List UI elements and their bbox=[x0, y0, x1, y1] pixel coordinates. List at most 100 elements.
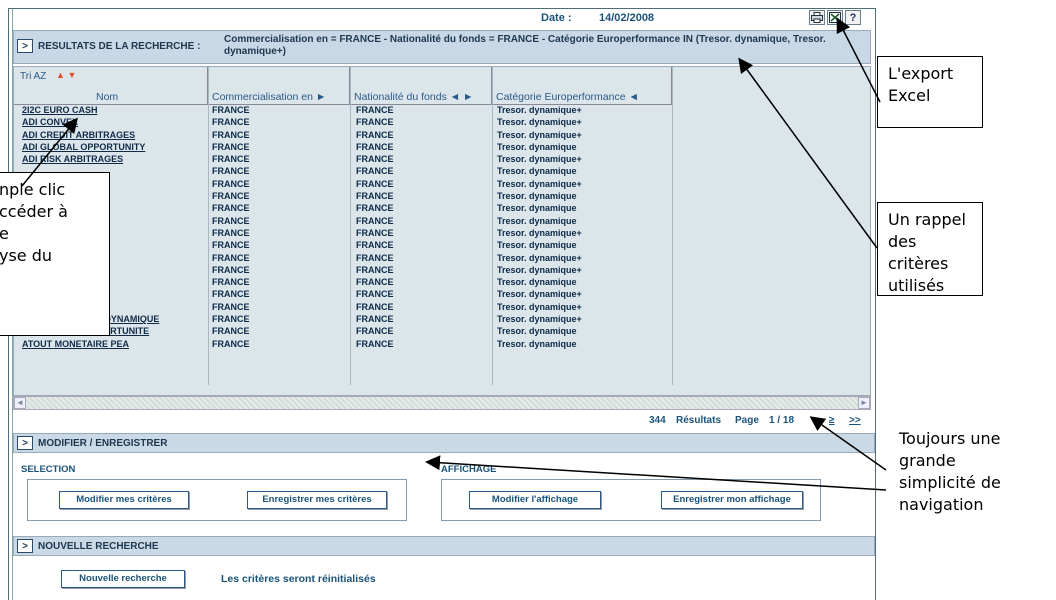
excel-icon[interactable] bbox=[827, 10, 843, 25]
table-row: T TERMEFRANCEFRANCETresor. dynamique bbox=[14, 277, 870, 289]
column-header-commercialisation[interactable]: Commercialisation en ► bbox=[208, 67, 350, 105]
help-icon[interactable]: ? bbox=[845, 10, 861, 25]
next-page-link[interactable]: ≥ bbox=[829, 415, 835, 426]
table-row: FRANCE FRANCE Tresor. dynamique+ bbox=[14, 179, 870, 191]
callout-line: ccéder à bbox=[0, 202, 68, 221]
table-row: ADI RISK ARBITRAGES FRANCE FRANCE Tresor. d… bbox=[14, 154, 870, 166]
save-display-button[interactable]: Enregistrer mon affichage bbox=[661, 491, 803, 509]
modify-display-button[interactable]: Modifier l'affichage bbox=[469, 491, 601, 509]
commercialisation-cell: FRANCE bbox=[212, 289, 250, 300]
nationalite-cell: FRANCE bbox=[356, 141, 394, 152]
commercialisation-cell: FRANCE bbox=[212, 252, 250, 263]
modify-toggle[interactable]: > bbox=[17, 436, 33, 450]
fund-name-link[interactable]: ADI GLOBAL OPPORTUNITY bbox=[22, 142, 145, 152]
print-icon[interactable] bbox=[809, 10, 825, 25]
callout-line: L'export bbox=[888, 64, 954, 83]
nationalite-cell: FRANCE bbox=[356, 264, 394, 275]
modify-header: > MODIFIER / ENREGISTRER bbox=[13, 433, 875, 453]
nationalite-cell: FRANCE bbox=[356, 289, 394, 300]
commercialisation-cell: FRANCE bbox=[212, 314, 250, 325]
callout-line: Excel bbox=[888, 86, 931, 105]
table-row: ATOUT MONE OPPORTUNITEFRANCEFRANCETresor… bbox=[14, 326, 870, 338]
commercialisation-cell: FRANCE bbox=[212, 338, 250, 349]
categorie-cell: Tresor. dynamique+ bbox=[497, 154, 582, 165]
criteria-callout: Un rappel des critères utilisés bbox=[877, 202, 983, 296]
fund-name-link[interactable]: ATOUT MONETAIRE PEA bbox=[22, 339, 129, 349]
categorie-cell: Tresor. dynamique+ bbox=[497, 227, 582, 238]
column-header-nom[interactable]: Tri AZ ▲ ▼ Nom bbox=[14, 67, 208, 105]
nationalite-cell: FRANCE bbox=[356, 178, 394, 189]
reset-note: Les critères seront réinitialisés bbox=[221, 573, 376, 585]
commercialisation-cell: FRANCE bbox=[212, 191, 250, 202]
new-search-button[interactable]: Nouvelle recherche bbox=[61, 570, 185, 588]
nationalite-cell: FRANCE bbox=[356, 240, 394, 251]
nationalite-cell: FRANCE bbox=[356, 314, 394, 325]
table-row: FRANCE FRANCE Tresor. dynamique bbox=[14, 166, 870, 178]
save-criteria-button[interactable]: Enregistrer mes critères bbox=[247, 491, 387, 509]
categorie-cell: Tresor. dynamique bbox=[497, 215, 577, 226]
date-value: 14/02/2008 bbox=[599, 12, 655, 24]
fund-name-link[interactable]: ADI RISK ARBITRAGES bbox=[22, 154, 123, 164]
column-header-nationalite[interactable]: Nationalité du fonds ◄ ► bbox=[350, 67, 492, 105]
categorie-cell: Tresor. dynamique+ bbox=[497, 105, 582, 115]
horizontal-scrollbar[interactable]: ◄ ► bbox=[13, 396, 871, 410]
results-header: > RESULTATS DE LA RECHERCHE : Commercial… bbox=[13, 30, 871, 64]
modify-title: MODIFIER / ENREGISTRER bbox=[38, 438, 168, 449]
nationalite-cell: FRANCE bbox=[356, 215, 394, 226]
results-rows: 2I2C EURO CASH FRANCE FRANCE Tresor. dynami… bbox=[14, 105, 870, 351]
callout-line: nple clic bbox=[0, 180, 66, 199]
table-row: FRANCE FRANCE Tresor. dynamique+ bbox=[14, 253, 870, 265]
navigation-callout: Toujours une grande simplicité de naviga… bbox=[891, 422, 1019, 534]
categorie-cell: Tresor. dynamique+ bbox=[497, 314, 582, 325]
table-row: FRANCE FRANCE Tresor. dynamique bbox=[14, 240, 870, 252]
categorie-cell: Tresor. dynamique+ bbox=[497, 301, 582, 312]
results-toggle[interactable]: > bbox=[17, 39, 33, 53]
nationalite-cell: FRANCE bbox=[356, 227, 394, 238]
nationalite-cell: FRANCE bbox=[356, 117, 394, 128]
new-search-header: > NOUVELLE RECHERCHE bbox=[13, 536, 875, 556]
result-count: 344 bbox=[649, 415, 666, 426]
fund-name-link[interactable]: ADI CREDIT ARBITRAGES bbox=[22, 130, 135, 140]
commercialisation-cell: FRANCE bbox=[212, 264, 250, 275]
nationalite-cell: FRANCE bbox=[356, 105, 394, 115]
scroll-left-icon[interactable]: ◄ bbox=[14, 397, 26, 409]
date-label: Date : bbox=[541, 12, 572, 24]
scroll-right-icon[interactable]: ► bbox=[858, 397, 870, 409]
nationalite-cell: FRANCE bbox=[356, 166, 394, 177]
callout-line: e bbox=[0, 224, 9, 243]
categorie-cell: Tresor. dynamique+ bbox=[497, 252, 582, 263]
categorie-cell: Tresor. dynamique+ bbox=[497, 264, 582, 275]
table-row: T ALPHAFRANCEFRANCETresor. dynamique bbox=[14, 203, 870, 215]
results-label: Résultats bbox=[676, 415, 722, 426]
table-row: 2I2C EURO CASH FRANCE FRANCE Tresor. dynami… bbox=[14, 105, 870, 117]
nationalite-cell: FRANCE bbox=[356, 129, 394, 140]
callout-line: yse du bbox=[0, 246, 53, 265]
column-header-categorie[interactable]: Catégorie Europerformance ◄ bbox=[492, 67, 672, 105]
callout-line: des critères bbox=[888, 232, 949, 273]
results-grid: Tri AZ ▲ ▼ Nom Commercialisation en ► Na… bbox=[13, 66, 871, 396]
last-page-link[interactable]: >> bbox=[849, 415, 861, 426]
commercialisation-cell: FRANCE bbox=[212, 301, 250, 312]
table-row: ERIE DYNAMIQUEFRANCEFRANCETresor. dynami… bbox=[14, 289, 870, 301]
results-title: RESULTATS DE LA RECHERCHE : bbox=[38, 41, 201, 52]
commercialisation-cell: FRANCE bbox=[212, 178, 250, 189]
categorie-cell: Tresor. dynamique bbox=[497, 338, 577, 349]
sort-arrows-icon[interactable]: ▲ ▼ bbox=[56, 70, 76, 80]
new-search-title: NOUVELLE RECHERCHE bbox=[38, 541, 159, 552]
selection-label: SELECTION bbox=[21, 464, 76, 475]
commercialisation-cell: FRANCE bbox=[212, 227, 250, 238]
table-row: ATOUT MONETAIRE PEA FRANCE FRANCE Tresor. d… bbox=[14, 339, 870, 351]
nationalite-cell: FRANCE bbox=[356, 154, 394, 165]
commercialisation-cell: FRANCE bbox=[212, 105, 250, 115]
modify-criteria-button[interactable]: Modifier mes critères bbox=[59, 491, 189, 509]
column-divider bbox=[350, 67, 351, 385]
affichage-label: AFFICHAGE bbox=[441, 464, 497, 475]
fund-name-link[interactable]: ADI CONVEX bbox=[22, 117, 78, 127]
callout-line: grande bbox=[899, 451, 956, 470]
fund-name-link[interactable]: 2I2C EURO CASH bbox=[22, 105, 98, 115]
categorie-cell: Tresor. dynamique bbox=[497, 166, 577, 177]
app-frame: Date : 14/02/2008 ? > RESULTATS DE LA RE… bbox=[8, 8, 876, 600]
commercialisation-cell: FRANCE bbox=[212, 326, 250, 337]
new-search-toggle[interactable]: > bbox=[17, 539, 33, 553]
column-divider bbox=[492, 67, 493, 385]
